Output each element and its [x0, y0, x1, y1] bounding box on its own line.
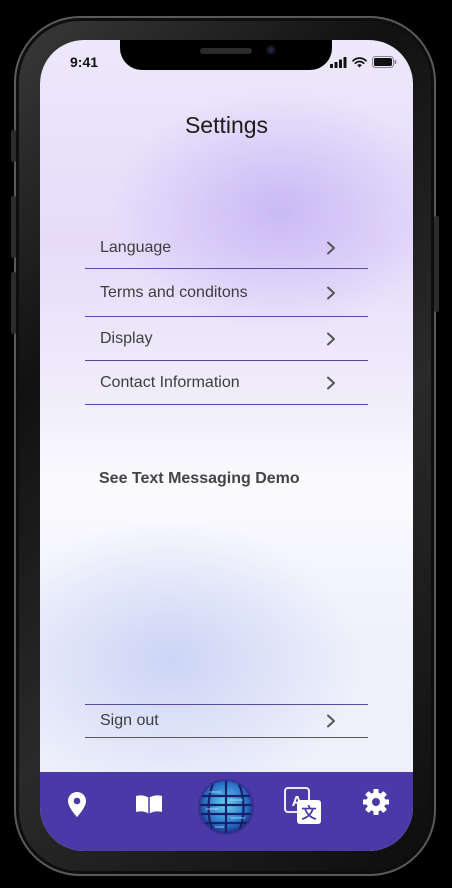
sign-out-button[interactable]: Sign out: [85, 705, 368, 738]
status-time: 9:41: [70, 54, 99, 70]
chevron-right-icon: [324, 376, 338, 390]
power-button: [434, 216, 439, 312]
battery-icon: [372, 56, 397, 68]
menu-item-label: Language: [100, 239, 172, 256]
speaker: [200, 48, 252, 54]
nav-translate[interactable]: A 文: [281, 784, 325, 828]
bottom-nav-bar: A 文: [40, 772, 413, 851]
notch: [120, 40, 332, 70]
svg-text:文: 文: [301, 804, 317, 822]
menu-item-language[interactable]: Language: [85, 228, 368, 269]
chevron-right-icon: [324, 714, 338, 728]
sign-out-label: Sign out: [100, 712, 159, 729]
nav-map[interactable]: [64, 786, 90, 822]
page-title: Settings: [184, 112, 269, 138]
nav-settings[interactable]: [360, 786, 392, 818]
app-screen: 9:41 Settings Language Terms and condito…: [40, 40, 413, 851]
nav-library[interactable]: [134, 786, 164, 822]
globe-logo-icon: [198, 779, 254, 835]
book-icon: [136, 794, 162, 814]
translate-icon: A 文: [284, 787, 321, 824]
nav-home-globe[interactable]: [197, 778, 255, 836]
chevron-right-icon: [324, 332, 338, 346]
chevron-right-icon: [324, 241, 338, 255]
menu-item-display[interactable]: Display: [85, 317, 368, 361]
menu-item-contact-information[interactable]: Contact Information: [85, 361, 368, 405]
menu-item-terms[interactable]: Terms and conditons: [85, 269, 368, 317]
menu-item-label: Terms and conditons: [100, 283, 248, 301]
wifi-icon: [352, 56, 367, 67]
text-messaging-demo-link[interactable]: See Text Messaging Demo: [99, 470, 300, 488]
chevron-right-icon: [324, 286, 338, 300]
volume-up-button: [11, 196, 16, 258]
gear-icon: [363, 789, 389, 815]
front-camera: [266, 45, 276, 55]
map-pin-icon: [68, 791, 86, 817]
menu-item-label: Display: [100, 329, 153, 347]
volume-down-button: [11, 272, 16, 334]
mute-switch: [11, 130, 16, 162]
signal-icon: [330, 56, 347, 68]
status-icons: [330, 56, 397, 68]
menu-item-label: Contact Information: [100, 373, 240, 391]
